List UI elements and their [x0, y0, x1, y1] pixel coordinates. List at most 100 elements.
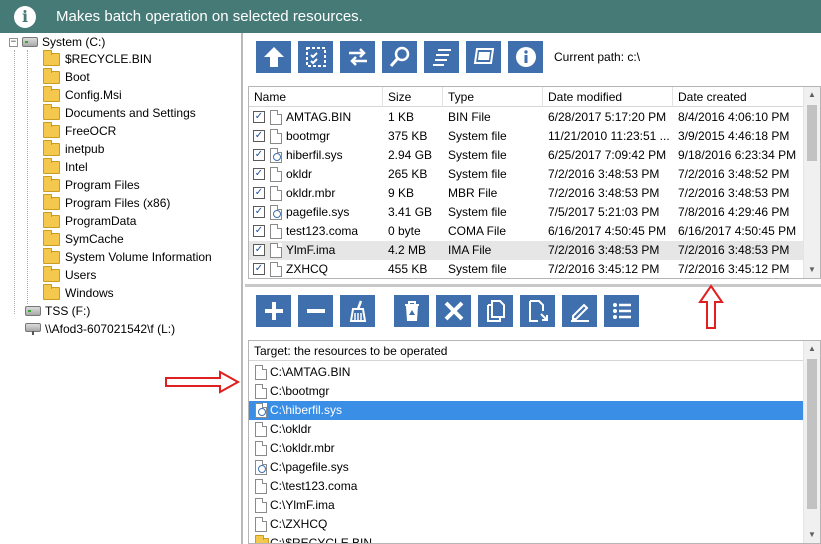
scroll-down-arrow[interactable]: ▼	[804, 262, 820, 278]
cell-date-modified: 6/28/2017 5:17:20 PM	[548, 110, 667, 124]
folder-icon	[43, 247, 60, 264]
list-item[interactable]: C:\YlmF.ima	[249, 496, 805, 515]
tree-item-network-drive[interactable]: \\Afod3-607021542\f (L:)	[25, 320, 175, 338]
search-button[interactable]	[382, 41, 417, 73]
clear-button[interactable]	[340, 295, 375, 327]
folder-icon	[43, 211, 60, 228]
list-button[interactable]	[424, 41, 459, 73]
list-item[interactable]: C:\$RECYCLE.BIN	[249, 534, 805, 544]
rename-button[interactable]	[562, 295, 597, 327]
tree-folder[interactable]: Program Files (x86)	[43, 193, 171, 212]
search-icon	[389, 46, 409, 67]
tree-item-label: Documents and Settings	[65, 106, 196, 120]
tree-folder[interactable]: $RECYCLE.BIN	[43, 49, 152, 68]
list-item[interactable]: C:\okldr.mbr	[249, 439, 805, 458]
list-item[interactable]: C:\bootmgr	[249, 382, 805, 401]
list-item[interactable]: C:\test123.coma	[249, 477, 805, 496]
tree-item-label: Program Files (x86)	[65, 196, 171, 210]
table-row[interactable]: ✓ pagefile.sys 3.41 GB System file 7/5/2017 …	[249, 203, 805, 222]
screen-button[interactable]	[466, 41, 501, 73]
row-checkbox[interactable]: ✓	[253, 225, 265, 237]
folder-tree[interactable]: − System (C:) $RECYCLE.BIN Boot Config.M…	[0, 33, 243, 544]
info-icon	[515, 47, 536, 67]
target-scrollbar[interactable]: ▲ ▼	[803, 341, 820, 543]
row-checkbox[interactable]: ✓	[253, 187, 265, 199]
tree-item-tss-drive[interactable]: TSS (F:)	[25, 302, 90, 320]
list-item[interactable]: C:\ZXHCQ	[249, 515, 805, 534]
tree-folder[interactable]: SymCache	[43, 229, 124, 248]
scroll-thumb[interactable]	[807, 105, 817, 161]
list-item[interactable]: C:\hiberfil.sys	[249, 401, 805, 420]
tree-item-label: TSS (F:)	[45, 304, 91, 318]
tree-folder[interactable]: Documents and Settings	[43, 103, 196, 122]
folder-icon	[43, 157, 60, 174]
column-header-size[interactable]: Size	[383, 87, 443, 107]
table-row[interactable]: ✓ ZXHCQ 455 KB System file 7/2/2016 3:45:12 …	[249, 260, 805, 278]
table-row[interactable]: ✓ okldr 265 KB System file 7/2/2016 3:48:53 …	[249, 165, 805, 184]
row-checkbox[interactable]: ✓	[253, 244, 265, 256]
tree-folder[interactable]: Boot	[43, 67, 90, 86]
copy-button[interactable]	[478, 295, 513, 327]
move-button[interactable]	[520, 295, 555, 327]
tree-item-label: Intel	[65, 160, 88, 174]
up-arrow-icon	[263, 47, 284, 67]
table-row[interactable]: ✓ YlmF.ima 4.2 MB IMA File 7/2/2016 3:48:53 …	[249, 241, 805, 260]
tree-folder[interactable]: Intel	[43, 157, 88, 176]
row-checkbox[interactable]: ✓	[253, 130, 265, 142]
tree-folder[interactable]: inetpub	[43, 139, 104, 158]
up-button[interactable]	[256, 41, 291, 73]
list-item[interactable]: C:\okldr	[249, 420, 805, 439]
column-header-date-modified[interactable]: Date modified	[543, 87, 673, 107]
tree-folder[interactable]: System Volume Information	[43, 247, 212, 266]
scroll-thumb[interactable]	[807, 359, 817, 509]
cell-date-modified: 11/21/2010 11:23:51 ...	[548, 129, 670, 143]
cell-type: System file	[448, 148, 507, 162]
file-grid[interactable]: Name Size Type Date modified Date create…	[248, 86, 821, 279]
column-header-date-created[interactable]: Date created	[673, 87, 805, 107]
add-button[interactable]	[256, 295, 291, 327]
tree-folder[interactable]: Windows	[43, 283, 114, 302]
folder-icon	[43, 67, 60, 84]
scroll-up-arrow[interactable]: ▲	[804, 87, 820, 103]
collapse-toggle[interactable]: −	[9, 37, 18, 47]
list-item-label: C:\pagefile.sys	[270, 460, 349, 474]
delete-button[interactable]	[436, 295, 471, 327]
row-checkbox[interactable]: ✓	[253, 263, 265, 275]
info-button[interactable]	[508, 41, 543, 73]
current-path-label: Current path: c:\	[554, 50, 641, 64]
list-item[interactable]: C:\AMTAG.BIN	[249, 363, 805, 382]
remove-button[interactable]	[298, 295, 333, 327]
column-header-type[interactable]: Type	[443, 87, 543, 107]
details-button[interactable]	[604, 295, 639, 327]
tree-folder[interactable]: Config.Msi	[43, 85, 122, 104]
scroll-down-arrow[interactable]: ▼	[804, 527, 820, 543]
tree-folder[interactable]: ProgramData	[43, 211, 136, 230]
tree-folder[interactable]: Users	[43, 265, 97, 284]
column-header-name[interactable]: Name	[249, 87, 383, 107]
table-row[interactable]: ✓ hiberfil.sys 2.94 GB System file 6/25/2017…	[249, 146, 805, 165]
recycle-button[interactable]	[394, 295, 429, 327]
tree-item-label: Users	[65, 268, 97, 282]
tree-folder[interactable]: FreeOCR	[43, 121, 116, 140]
tree-item-system-drive[interactable]: − System (C:)	[9, 33, 105, 51]
row-checkbox[interactable]: ✓	[253, 206, 265, 218]
list-item-label: C:\$RECYCLE.BIN	[270, 536, 373, 544]
table-row[interactable]: ✓ bootmgr 375 KB System file 11/21/2010 11:2…	[249, 127, 805, 146]
table-row[interactable]: ✓ AMTAG.BIN 1 KB BIN File 6/28/2017 5:17:20 …	[249, 108, 805, 127]
tree-folder[interactable]: Program Files	[43, 175, 140, 194]
swap-button[interactable]	[340, 41, 375, 73]
list-item-label: C:\ZXHCQ	[270, 517, 328, 531]
row-checkbox[interactable]: ✓	[253, 168, 265, 180]
row-checkbox[interactable]: ✓	[253, 149, 265, 161]
grid-scrollbar[interactable]: ▲ ▼	[803, 87, 820, 278]
scroll-up-arrow[interactable]: ▲	[804, 341, 820, 357]
tree-item-label: \\Afod3-607021542\f (L:)	[45, 322, 176, 336]
select-all-button[interactable]	[298, 41, 333, 73]
row-checkbox[interactable]: ✓	[253, 111, 265, 123]
splitter[interactable]	[245, 284, 821, 287]
table-row[interactable]: ✓ test123.coma 0 byte COMA File 6/16/2017 4:…	[249, 222, 805, 241]
table-row[interactable]: ✓ okldr.mbr 9 KB MBR File 7/2/2016 3:48:53 P…	[249, 184, 805, 203]
list-item-label: C:\YlmF.ima	[270, 498, 335, 512]
list-item[interactable]: C:\pagefile.sys	[249, 458, 805, 477]
target-list[interactable]: Target: the resources to be operated C:\…	[248, 340, 821, 544]
